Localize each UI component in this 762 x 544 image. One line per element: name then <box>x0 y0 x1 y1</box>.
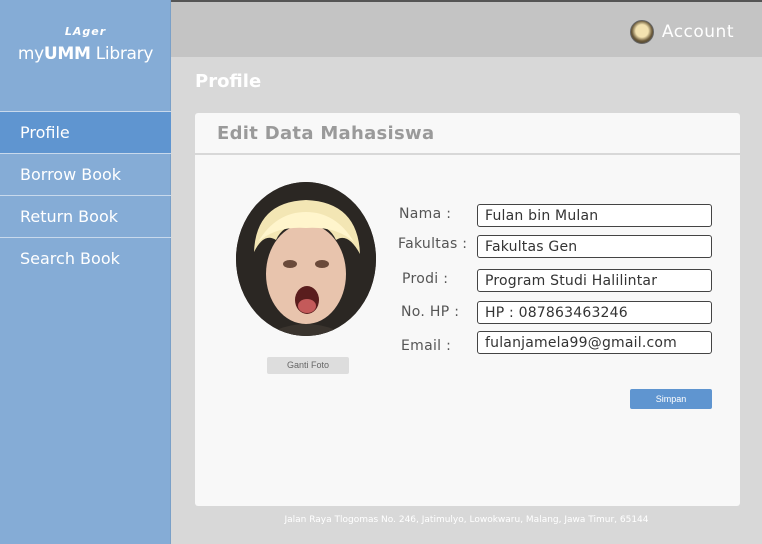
sidebar-item-search-book[interactable]: Search Book <box>0 237 171 279</box>
logo-brand-mark: LAger <box>64 25 107 38</box>
save-button[interactable]: Simpan <box>630 389 712 409</box>
study-program-field[interactable] <box>477 269 712 292</box>
profile-photo <box>236 182 376 336</box>
faculty-field[interactable] <box>477 235 712 258</box>
phone-field[interactable] <box>477 301 712 324</box>
email-field[interactable] <box>477 331 712 354</box>
sidebar-item-label: Profile <box>20 123 70 142</box>
sidebar-item-label: Borrow Book <box>20 165 122 184</box>
sidebar-item-label: Return Book <box>20 207 118 226</box>
footer-address: Jalan Raya Tlogomas No. 246, Jatimulyo, … <box>284 515 649 525</box>
sidebar-item-return-book[interactable]: Return Book <box>0 195 171 237</box>
sidebar: LAger myUMM Library Profile Borrow Book … <box>0 0 171 544</box>
sidebar-nav: Profile Borrow Book Return Book Search B… <box>0 111 171 279</box>
profile-photo-image <box>236 182 376 336</box>
account-avatar <box>629 20 654 44</box>
logo-wordmark: myUMM Library <box>17 44 154 64</box>
edit-profile-card: Edit Data Mahasiswa Ganti Foto Nama : Fa… <box>195 113 740 506</box>
account-label: Account <box>661 22 734 42</box>
study-program-label: Prodi : <box>402 271 449 287</box>
sidebar-item-label: Search Book <box>20 249 120 268</box>
top-bar: Account <box>171 0 762 57</box>
name-label: Nama : <box>399 206 452 222</box>
faculty-label: Fakultas : <box>398 236 468 252</box>
card-title: Edit Data Mahasiswa <box>217 122 435 144</box>
sidebar-item-profile[interactable]: Profile <box>0 111 171 153</box>
email-label: Email : <box>401 338 452 354</box>
card-header: Edit Data Mahasiswa <box>195 113 740 155</box>
change-photo-button[interactable]: Ganti Foto <box>267 357 349 374</box>
app-logo[interactable]: LAger myUMM Library <box>0 26 171 65</box>
phone-label: No. HP : <box>401 304 460 320</box>
name-field[interactable] <box>477 204 712 227</box>
sidebar-item-borrow-book[interactable]: Borrow Book <box>0 153 171 195</box>
account-menu[interactable]: Account <box>629 20 734 44</box>
page-title: Profile <box>195 71 262 92</box>
